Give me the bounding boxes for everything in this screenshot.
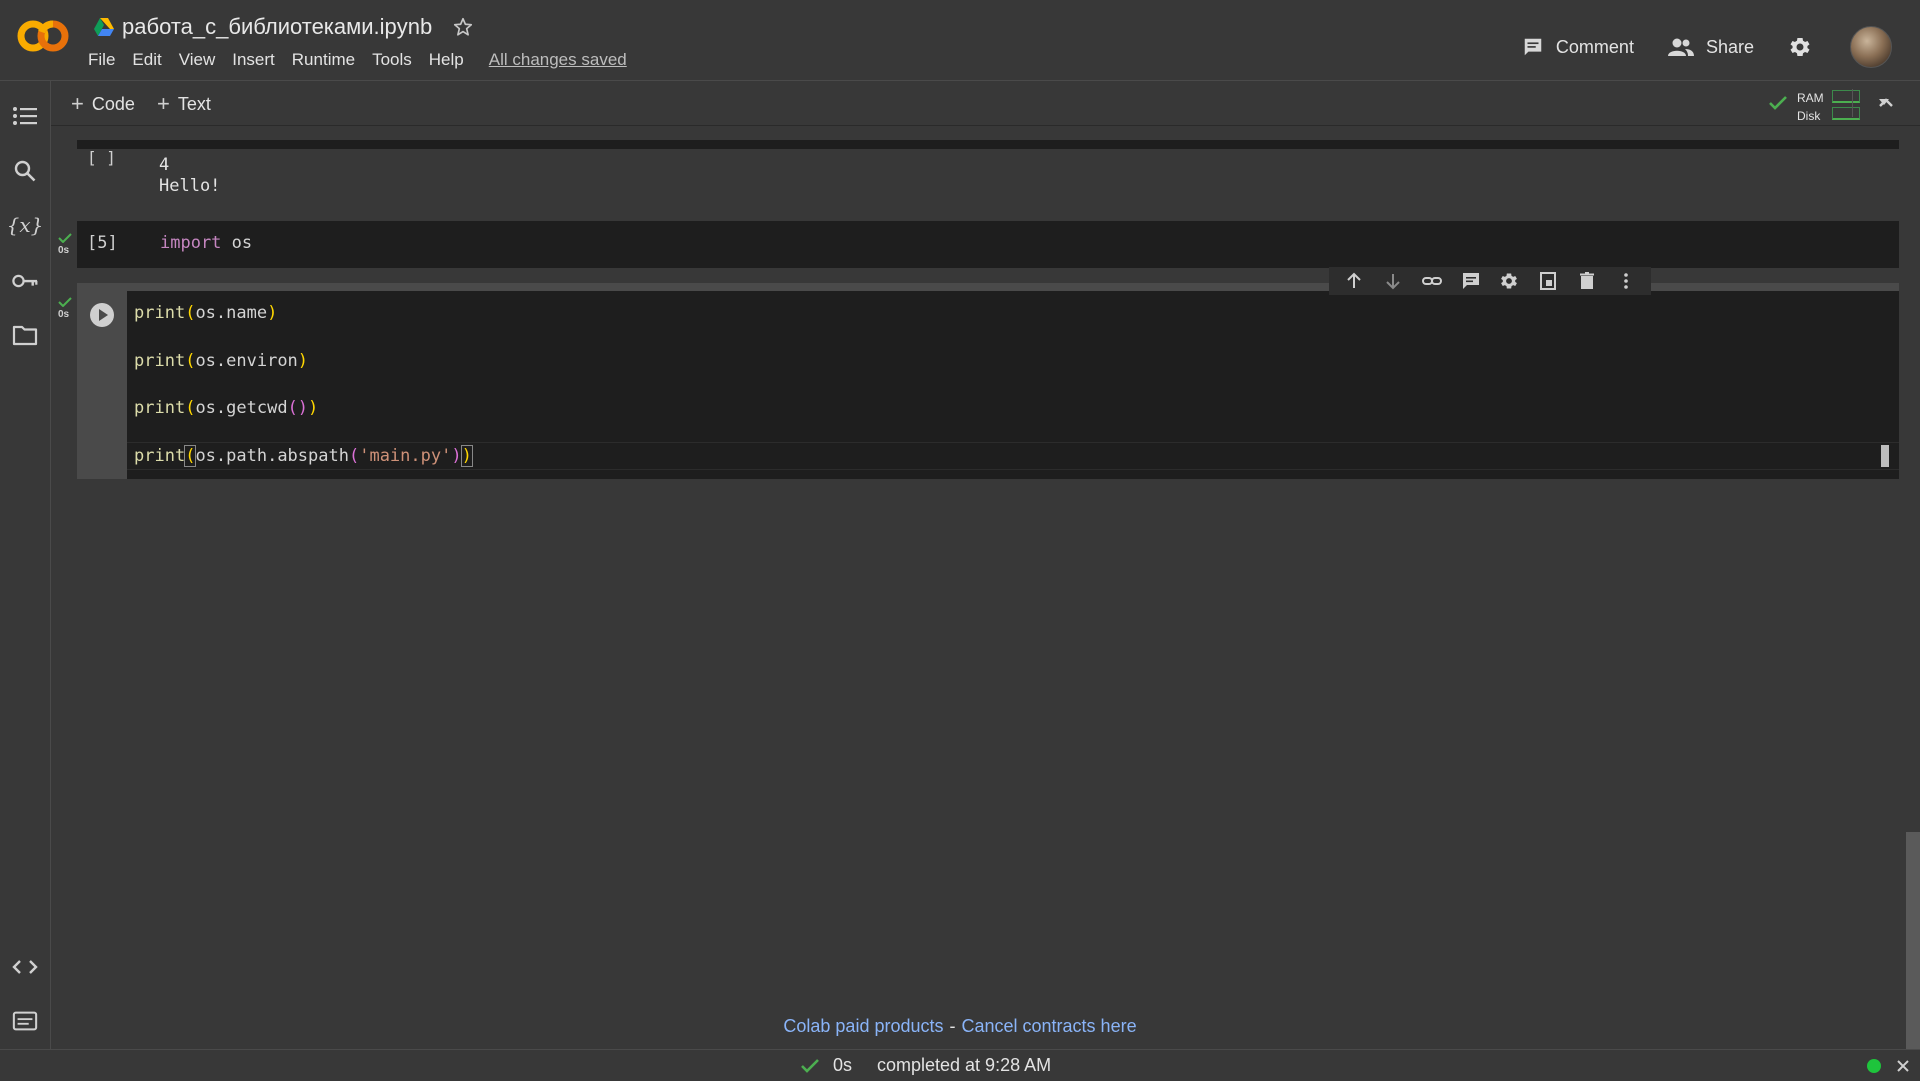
left-rail: {x}: [0, 81, 51, 1049]
cell-toolbar: [1329, 267, 1651, 295]
mirror-cell-icon[interactable]: [1538, 271, 1558, 291]
menu-tools[interactable]: Tools: [372, 50, 421, 70]
menu-help[interactable]: Help: [429, 50, 473, 70]
connection-indicator: [1867, 1059, 1881, 1073]
share-label: Share: [1705, 36, 1754, 57]
menu-edit[interactable]: Edit: [132, 50, 170, 70]
completion-status[interactable]: completed at 9:28 AM: [877, 1055, 1051, 1076]
drive-icon[interactable]: [94, 18, 114, 36]
menu-bar: File Edit View Insert Runtime Tools Help…: [88, 50, 627, 70]
disk-label: Disk: [1797, 109, 1821, 123]
elapsed-time: 0s: [833, 1055, 853, 1075]
comment-icon: [1524, 38, 1542, 56]
menu-insert[interactable]: Insert: [232, 50, 284, 70]
settings-icon[interactable]: [1499, 271, 1519, 291]
toolbar-divider: [1852, 89, 1853, 117]
cell-status: 0s: [57, 233, 75, 263]
execution-time: 0s: [58, 309, 70, 320]
save-status-link[interactable]: All changes saved: [489, 50, 627, 70]
cell-status: 0s: [57, 297, 75, 327]
check-icon: [58, 233, 72, 243]
run-icon[interactable]: [89, 302, 115, 328]
menu-file[interactable]: File: [88, 50, 124, 70]
plus-icon: +: [157, 91, 170, 116]
toc-icon[interactable]: [12, 103, 38, 129]
more-options-icon[interactable]: [1616, 271, 1636, 291]
document-title[interactable]: работа_с_библиотеками.ipynb: [122, 14, 432, 40]
code-keyword: import: [160, 233, 222, 253]
search-icon[interactable]: [12, 158, 38, 184]
header: работа_с_библиотеками.ipynb File Edit Vi…: [0, 0, 1920, 81]
editor-scroll-indicator[interactable]: [1881, 445, 1889, 467]
code-snippets-icon[interactable]: [12, 954, 38, 980]
settings-button[interactable]: [1788, 35, 1824, 59]
star-icon[interactable]: [452, 16, 474, 38]
footer-separator: -: [949, 1016, 956, 1036]
add-text-button[interactable]: + Text: [157, 91, 211, 117]
code-cell-active[interactable]: print(os.name) print(os.environ) print(o…: [77, 283, 1899, 479]
code-line[interactable]: print(os.getcwd()): [134, 398, 318, 418]
check-icon: [58, 297, 72, 307]
execution-count: [5]: [87, 233, 118, 253]
execution-count: [ ]: [87, 148, 116, 167]
disk-usage-bar: [1832, 107, 1860, 120]
notebook-area: [ ] 4 Hello! 0s [5] import os 0s print(o…: [51, 126, 1920, 1049]
comment-label: Comment: [1555, 36, 1634, 57]
ram-usage-bar: [1832, 90, 1860, 103]
add-text-label: Text: [177, 93, 211, 114]
move-down-icon[interactable]: [1383, 271, 1403, 291]
menu-view[interactable]: View: [179, 50, 225, 70]
status-bar: 0s completed at 9:28 AM: [0, 1049, 1920, 1081]
link-icon[interactable]: [1421, 271, 1442, 291]
secrets-icon[interactable]: [12, 268, 38, 294]
header-actions: Comment Share: [1488, 26, 1892, 68]
share-icon: [1667, 38, 1694, 56]
notebook-toolbar: + Code + Text RAM Disk: [51, 81, 1920, 126]
delete-icon[interactable]: [1577, 271, 1597, 291]
code-line[interactable]: import os: [160, 233, 252, 253]
code-line[interactable]: print(os.path.abspath('main.py')): [134, 445, 473, 467]
code-line[interactable]: print(os.environ): [134, 351, 308, 371]
colab-logo[interactable]: [16, 18, 70, 54]
check-icon: [1769, 96, 1787, 110]
footer-links: Colab paid products - Cancel contracts her…: [0, 1016, 1920, 1037]
add-code-button[interactable]: + Code: [71, 91, 135, 117]
paid-products-link[interactable]: Colab paid products: [783, 1016, 943, 1036]
code-cell-import[interactable]: [5] import os: [77, 221, 1899, 268]
output-line: Hello!: [159, 176, 221, 196]
comment-button[interactable]: Comment: [1522, 36, 1634, 58]
execution-time: 0s: [58, 245, 70, 256]
output-line: 4: [159, 155, 170, 175]
move-up-icon[interactable]: [1344, 271, 1364, 291]
plus-icon: +: [71, 91, 84, 116]
chevron-up-icon[interactable]: [1874, 91, 1898, 115]
menu-runtime[interactable]: Runtime: [292, 50, 364, 70]
files-icon[interactable]: [12, 322, 38, 348]
share-button[interactable]: Share: [1667, 36, 1754, 58]
output-cell[interactable]: [ ] 4 Hello!: [77, 140, 1899, 221]
title-row: работа_с_библиотеками.ipynb: [94, 12, 474, 42]
close-icon[interactable]: [1896, 1059, 1910, 1073]
add-code-label: Code: [91, 93, 135, 114]
cancel-contracts-link[interactable]: Cancel contracts here: [962, 1016, 1137, 1036]
variables-icon[interactable]: {x}: [7, 212, 44, 238]
code-text: os: [221, 233, 253, 253]
check-icon: [801, 1059, 819, 1073]
ram-label: RAM: [1797, 91, 1824, 105]
comment-icon[interactable]: [1461, 271, 1481, 291]
settings-icon: [1790, 38, 1810, 56]
avatar[interactable]: [1850, 26, 1892, 68]
code-line[interactable]: print(os.name): [134, 303, 277, 323]
